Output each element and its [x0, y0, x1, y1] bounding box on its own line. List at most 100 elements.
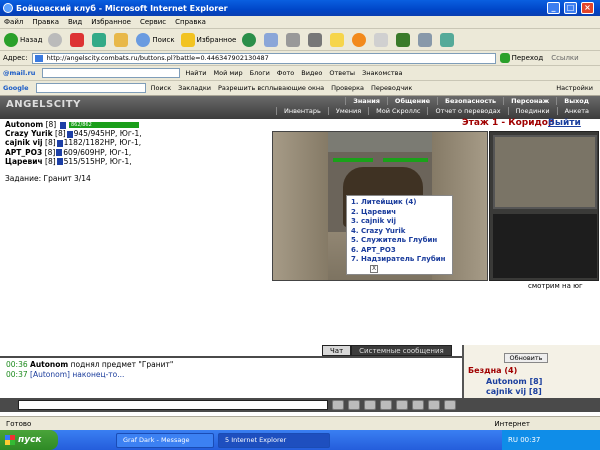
mailru-item-video[interactable]: Видео	[301, 69, 322, 77]
menu-favorites[interactable]: Избранное	[91, 18, 131, 26]
info-icon[interactable]	[56, 149, 63, 157]
player-name[interactable]: Autonom	[5, 120, 43, 129]
close-popup-button[interactable]: X	[370, 265, 378, 273]
mail-button[interactable]	[264, 32, 280, 47]
info-icon[interactable]	[66, 130, 73, 138]
mailru-item-myworld[interactable]: Мой мир	[214, 69, 243, 77]
taskbar-item-message[interactable]: Graf Dark - Message	[116, 432, 214, 448]
mailru-find-button[interactable]: Найти	[185, 69, 206, 77]
settings-icon[interactable]	[412, 400, 424, 410]
forward-button[interactable]	[48, 32, 64, 47]
nav-myscrolls[interactable]: Мой Скроллс	[368, 107, 427, 115]
favorites-button[interactable]: Избранное	[180, 32, 236, 47]
mailru-search-input[interactable]	[42, 68, 181, 78]
menu-edit[interactable]: Правка	[32, 18, 59, 26]
scroll-icon[interactable]	[380, 400, 392, 410]
clear-icon[interactable]	[396, 400, 408, 410]
map-icon[interactable]	[444, 400, 456, 410]
mailru-logo[interactable]: @mail.ru	[3, 69, 35, 77]
monster-hp-bar	[383, 158, 428, 162]
nav-knowledge[interactable]: Знания	[345, 97, 387, 105]
list-item[interactable]: 5. Служитель Глубин	[351, 236, 448, 246]
member-name[interactable]: Autonom [8]	[486, 377, 542, 386]
list-item[interactable]: 1. Литейщик (4)	[351, 198, 448, 208]
menu-view[interactable]: Вид	[68, 18, 82, 26]
nav-duels[interactable]: Поединки	[507, 107, 557, 115]
nav-security[interactable]: Безопасность	[437, 97, 503, 105]
party-member-name[interactable]: Царевич	[5, 157, 43, 166]
address-input[interactable]: http://angelscity.combats.ru/buttons.pl?…	[31, 52, 496, 64]
info-icon[interactable]	[56, 158, 63, 166]
refresh-button[interactable]	[92, 32, 108, 47]
page-icon	[34, 54, 43, 62]
edit-button[interactable]	[308, 32, 324, 47]
refresh-button[interactable]: Обновить	[504, 353, 548, 363]
chat-input[interactable]	[18, 400, 328, 410]
google-search-button[interactable]: Поиск	[151, 84, 172, 92]
list-item[interactable]: 7. Надзиратель Глубин	[351, 255, 448, 265]
chat-author[interactable]: [Autonom]	[30, 370, 70, 379]
nav-inventory[interactable]: Инвентарь	[275, 107, 328, 115]
google-logo[interactable]: Google	[3, 84, 29, 92]
smiley-icon[interactable]	[332, 400, 344, 410]
member-name[interactable]: cajnik vij [8]	[486, 387, 542, 396]
filter-icon[interactable]	[348, 400, 360, 410]
mailru-item-photo[interactable]: Фото	[277, 69, 294, 77]
taskbar-item-ie[interactable]: 5 Internet Explorer	[218, 432, 330, 448]
tab-system-messages[interactable]: Системные сообщения	[351, 345, 452, 356]
nav-skills[interactable]: Умения	[327, 107, 368, 115]
messenger-button[interactable]	[330, 32, 346, 47]
back-button[interactable]: Назад	[4, 32, 42, 47]
mailru-agent-button[interactable]	[352, 32, 368, 47]
misc-icon	[440, 32, 455, 47]
chat-author[interactable]: Autonom	[30, 360, 68, 369]
nav-transfers[interactable]: Отчет о переводах	[427, 107, 507, 115]
list-item[interactable]: 3. cajnik vij	[351, 217, 448, 227]
history-button[interactable]	[242, 32, 258, 47]
mailru-item-dating[interactable]: Знакомства	[362, 69, 402, 77]
list-item[interactable]: 2. Царевич	[351, 208, 448, 218]
start-button[interactable]: пуск	[0, 430, 58, 450]
tool-button[interactable]	[396, 32, 412, 47]
google-popups-button[interactable]: Разрешить всплывающие окна	[218, 84, 324, 92]
home-button[interactable]	[114, 32, 130, 47]
mailru-item-blogs[interactable]: Блоги	[250, 69, 270, 77]
nav-profile[interactable]: Анкета	[556, 107, 596, 115]
menu-tools[interactable]: Сервис	[140, 18, 166, 26]
google-settings-button[interactable]: Настройки	[556, 84, 593, 92]
menu-file[interactable]: Файл	[4, 18, 23, 26]
print-button[interactable]	[286, 32, 302, 47]
search-button[interactable]: Поиск	[136, 32, 175, 47]
stop-button[interactable]	[70, 32, 86, 47]
go-button[interactable]: Переход	[512, 54, 544, 62]
users-icon[interactable]	[428, 400, 440, 410]
links-button[interactable]: Ссылки	[551, 54, 579, 62]
party-member-name[interactable]: Crazy Yurik	[5, 129, 53, 138]
mailru-item-answers[interactable]: Ответы	[329, 69, 355, 77]
research-button[interactable]	[374, 32, 390, 47]
list-item[interactable]: 6. APT_PO3	[351, 246, 448, 256]
party-member-name[interactable]: cajnik vij	[5, 138, 43, 147]
nav-chat[interactable]: Общение	[386, 97, 437, 105]
misc-button[interactable]	[440, 32, 456, 47]
nav-character[interactable]: Персонаж	[503, 97, 556, 105]
exit-link[interactable]: Выйти	[548, 118, 581, 128]
info-icon[interactable]	[56, 139, 63, 147]
minimap-grid[interactable]	[493, 214, 597, 278]
minimize-button[interactable]: _	[547, 2, 560, 14]
menu-help[interactable]: Справка	[175, 18, 206, 26]
party-member-name[interactable]: APT_PO3	[5, 148, 42, 157]
list-item[interactable]: 4. Crazy Yurik	[351, 227, 448, 237]
google-translate-button[interactable]: Переводчик	[371, 84, 412, 92]
image-button[interactable]	[418, 32, 434, 47]
tab-chat[interactable]: Чат	[322, 345, 352, 356]
close-button[interactable]: ×	[581, 2, 594, 14]
google-check-button[interactable]: Проверка	[331, 84, 364, 92]
google-search-input[interactable]	[35, 83, 146, 93]
edit-icon	[308, 32, 323, 47]
nav-exit[interactable]: Выход	[556, 97, 596, 105]
google-bookmarks-button[interactable]: Закладки	[178, 84, 211, 92]
maximize-button[interactable]: □	[564, 2, 577, 14]
sword-icon[interactable]	[364, 400, 376, 410]
info-icon[interactable]	[59, 121, 66, 129]
